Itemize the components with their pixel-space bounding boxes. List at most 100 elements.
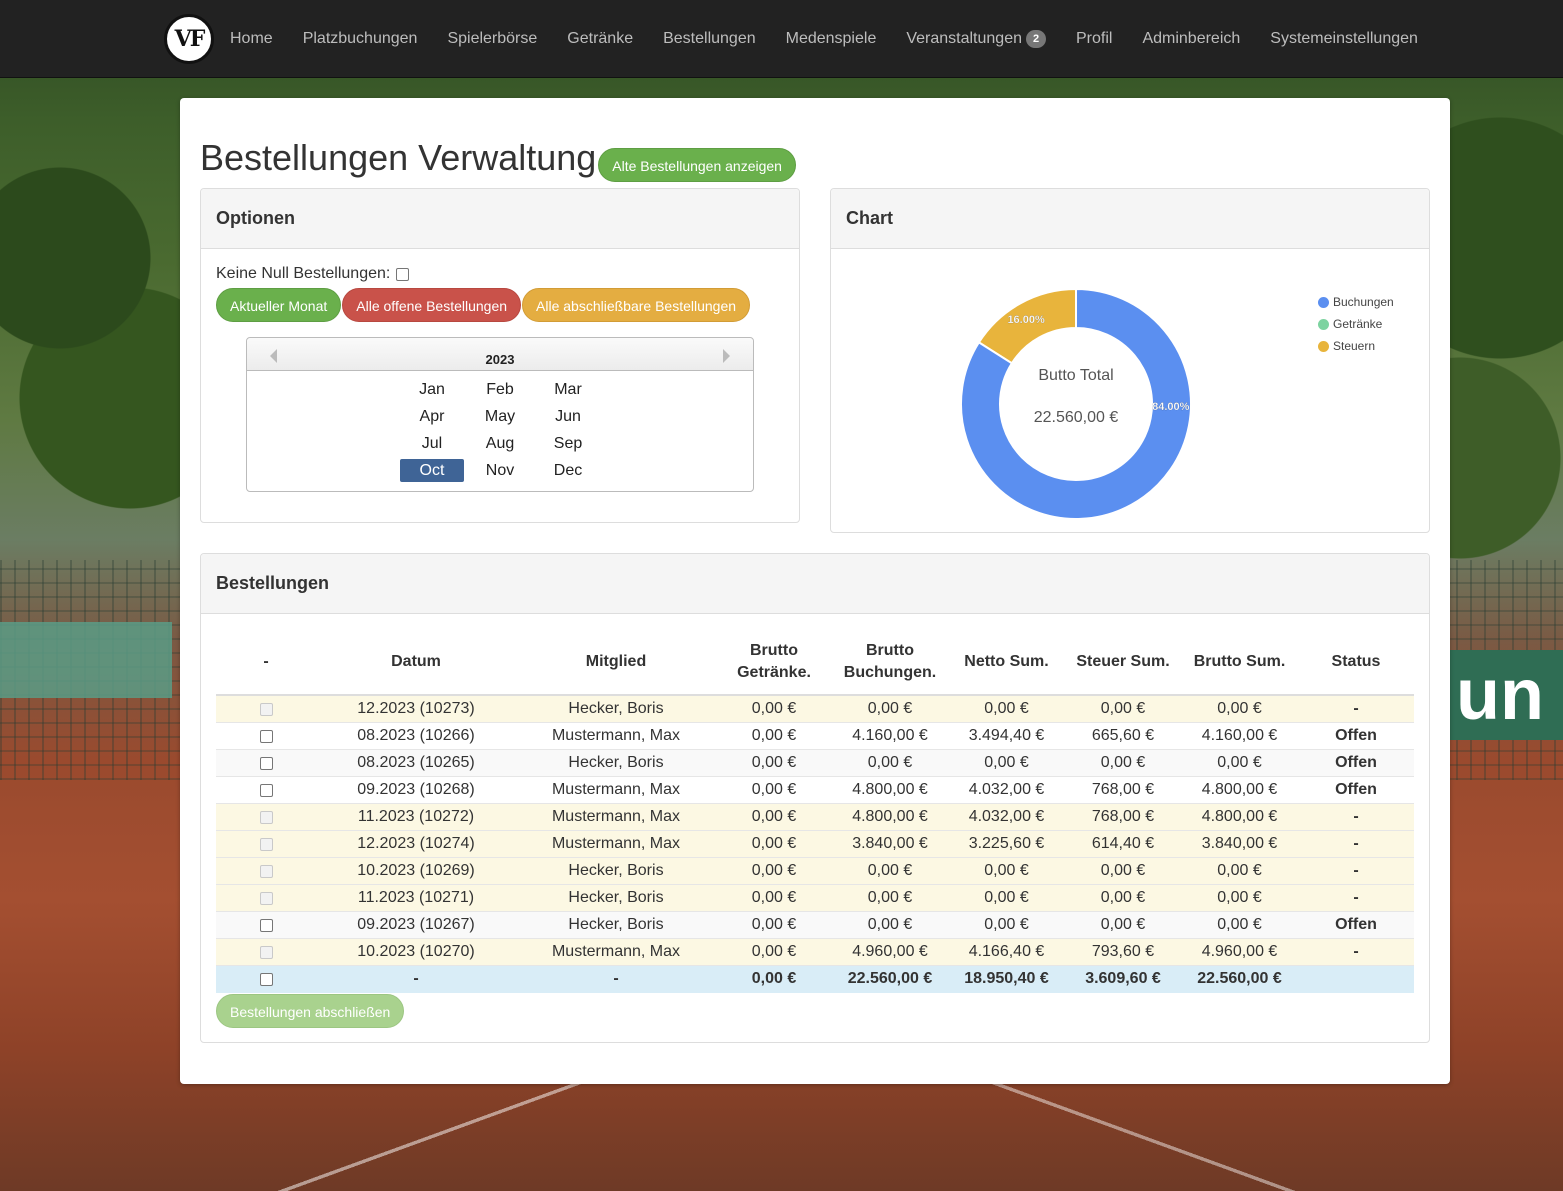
no-null-orders-label: Keine Null Bestellungen: [216, 265, 391, 282]
month-picker: 2023 Jan Feb Mar Apr May Jun Jul Aug Sep Oct Nov De… [246, 337, 754, 492]
cell-steuer: 665,60 € [1065, 722, 1181, 750]
cell-brutto: 4.960,00 € [1181, 938, 1298, 966]
col-mitglied: Mitglied [516, 629, 716, 696]
nav-item-home[interactable]: Home [230, 30, 273, 48]
month-aug[interactable]: Aug [468, 432, 532, 455]
cell-datum: 10.2023 (10270) [316, 938, 516, 966]
legend-label: Buchungen [1333, 295, 1394, 309]
header-word: Brutto [750, 641, 798, 659]
cell-mitglied: Mustermann, Max [516, 803, 716, 831]
nav-label: Adminbereich [1142, 30, 1241, 47]
nav-item-systemeinstellungen[interactable]: Systemeinstellungen [1270, 30, 1418, 48]
prev-year-icon[interactable] [270, 349, 277, 363]
closable-orders-button[interactable]: Alle abschließbare Bestellungen [522, 288, 751, 322]
cell-mitglied: Mustermann, Max [516, 776, 716, 804]
chart-legend: Buchungen Getränke Steuern [1318, 291, 1394, 357]
row-checkbox[interactable] [259, 783, 273, 797]
show-old-orders-button[interactable]: Alte Bestellungen anzeigen [598, 148, 796, 182]
row-checkbox [259, 945, 273, 959]
month-oct[interactable]: Oct [400, 459, 464, 482]
cell-netto: 18.950,40 € [948, 965, 1065, 993]
month-dec[interactable]: Dec [536, 459, 600, 482]
row-checkbox [259, 810, 273, 824]
table-row: 08.2023 (10266) Mustermann, Max 0,00 €4.16… [216, 722, 1414, 750]
cell-brutto: 22.560,00 € [1181, 965, 1298, 993]
cell-brutto: 0,00 € [1181, 911, 1298, 939]
nav-label: Systemeinstellungen [1270, 30, 1418, 47]
month-sep[interactable]: Sep [536, 432, 600, 455]
cell-netto: 0,00 € [948, 857, 1065, 885]
row-checkbox [259, 702, 273, 716]
month-jul[interactable]: Jul [400, 432, 464, 455]
cell-buchungen: 4.800,00 € [832, 776, 948, 804]
cell-steuer: 768,00 € [1065, 803, 1181, 831]
next-year-icon[interactable] [723, 349, 730, 363]
row-checkbox[interactable] [259, 756, 273, 770]
current-month-button[interactable]: Aktueller Monat [216, 288, 342, 322]
month-mar[interactable]: Mar [536, 378, 600, 401]
row-checkbox[interactable] [259, 729, 273, 743]
nav-label: Bestellungen [663, 30, 756, 47]
cell-status: - [1298, 830, 1414, 858]
legend-item-buchungen[interactable]: Buchungen [1318, 291, 1394, 313]
cell-datum: 08.2023 (10266) [316, 722, 516, 750]
col-brutto-getraenke-label: Brutto Getränke. [737, 642, 811, 681]
nav-item-veranstaltungen[interactable]: Veranstaltungen 2 [906, 30, 1046, 48]
orders-table: - Datum Mitglied Brutto Getränke. Brutto B… [216, 629, 1414, 993]
table-total-row: - -0,00 €22.560,00 €18.950,40 €3.609,60 €… [216, 965, 1414, 993]
close-orders-button[interactable]: Bestellungen abschließen [216, 994, 405, 1028]
background-banner-right: un [1450, 650, 1563, 740]
month-jan[interactable]: Jan [400, 378, 464, 401]
month-jun[interactable]: Jun [536, 405, 600, 428]
legend-item-steuern[interactable]: Steuern [1318, 335, 1394, 357]
cell-steuer: 0,00 € [1065, 857, 1181, 885]
nav-item-bestellungen[interactable]: Bestellungen [663, 30, 756, 48]
nav-item-getraenke[interactable]: Getränke [567, 30, 633, 48]
chart-heading: Chart [831, 189, 1429, 249]
cell-getraenke: 0,00 € [716, 830, 832, 858]
club-logo[interactable]: VF [164, 14, 214, 64]
cell-getraenke: 0,00 € [716, 803, 832, 831]
options-heading: Optionen [201, 189, 799, 249]
cell-datum: - [316, 965, 516, 993]
month-grid: Jan Feb Mar Apr May Jun Jul Aug Sep Oct Nov Dec [400, 378, 604, 486]
table-row: 11.2023 (10272) Mustermann, Max 0,00 €4.80… [216, 803, 1414, 831]
cell-datum: 11.2023 (10271) [316, 884, 516, 912]
month-nov[interactable]: Nov [468, 459, 532, 482]
cell-buchungen: 0,00 € [832, 694, 948, 723]
row-select-cell [216, 803, 316, 831]
month-may[interactable]: May [468, 405, 532, 428]
cell-brutto: 0,00 € [1181, 694, 1298, 723]
legend-dot-icon [1318, 318, 1329, 330]
cell-getraenke: 0,00 € [716, 884, 832, 912]
nav-item-profil[interactable]: Profil [1076, 30, 1112, 48]
legend-item-getränke[interactable]: Getränke [1318, 313, 1394, 335]
cell-mitglied: - [516, 965, 716, 993]
table-row: 10.2023 (10269) Hecker, Boris 0,00 €0,00 €… [216, 857, 1414, 885]
row-select-cell [216, 884, 316, 912]
month-apr[interactable]: Apr [400, 405, 464, 428]
open-orders-button[interactable]: Alle offene Bestellungen [342, 288, 522, 322]
nav-item-medenspiele[interactable]: Medenspiele [786, 30, 877, 48]
row-select-cell [216, 938, 316, 966]
month-feb[interactable]: Feb [468, 378, 532, 401]
no-null-orders-checkbox[interactable] [396, 267, 410, 281]
nav-label: Getränke [567, 30, 634, 47]
orders-heading: Bestellungen [201, 554, 1429, 614]
select-all-checkbox[interactable] [259, 972, 273, 986]
cell-brutto: 3.840,00 € [1181, 830, 1298, 858]
cell-status: Offen [1298, 749, 1414, 777]
row-checkbox[interactable] [259, 918, 273, 932]
table-row: 12.2023 (10273) Hecker, Boris 0,00 €0,00 €… [216, 694, 1414, 723]
nav-item-adminbereich[interactable]: Adminbereich [1142, 30, 1240, 48]
nav-item-platzbuchungen[interactable]: Platzbuchungen [303, 30, 418, 48]
nav-label: Medenspiele [785, 30, 877, 47]
col-brutto-buchungen-label: Brutto Buchungen. [844, 642, 936, 681]
cell-netto: 0,00 € [948, 884, 1065, 912]
cell-getraenke: 0,00 € [716, 694, 832, 723]
col-datum: Datum [316, 629, 516, 696]
options-panel: Optionen Keine Null Bestellungen: Aktuel… [200, 188, 800, 523]
nav-item-spielerboerse[interactable]: Spielerbörse [447, 30, 537, 48]
table-row: 10.2023 (10270) Mustermann, Max 0,00 €4.96… [216, 938, 1414, 966]
month-picker-header: 2023 [247, 338, 753, 371]
